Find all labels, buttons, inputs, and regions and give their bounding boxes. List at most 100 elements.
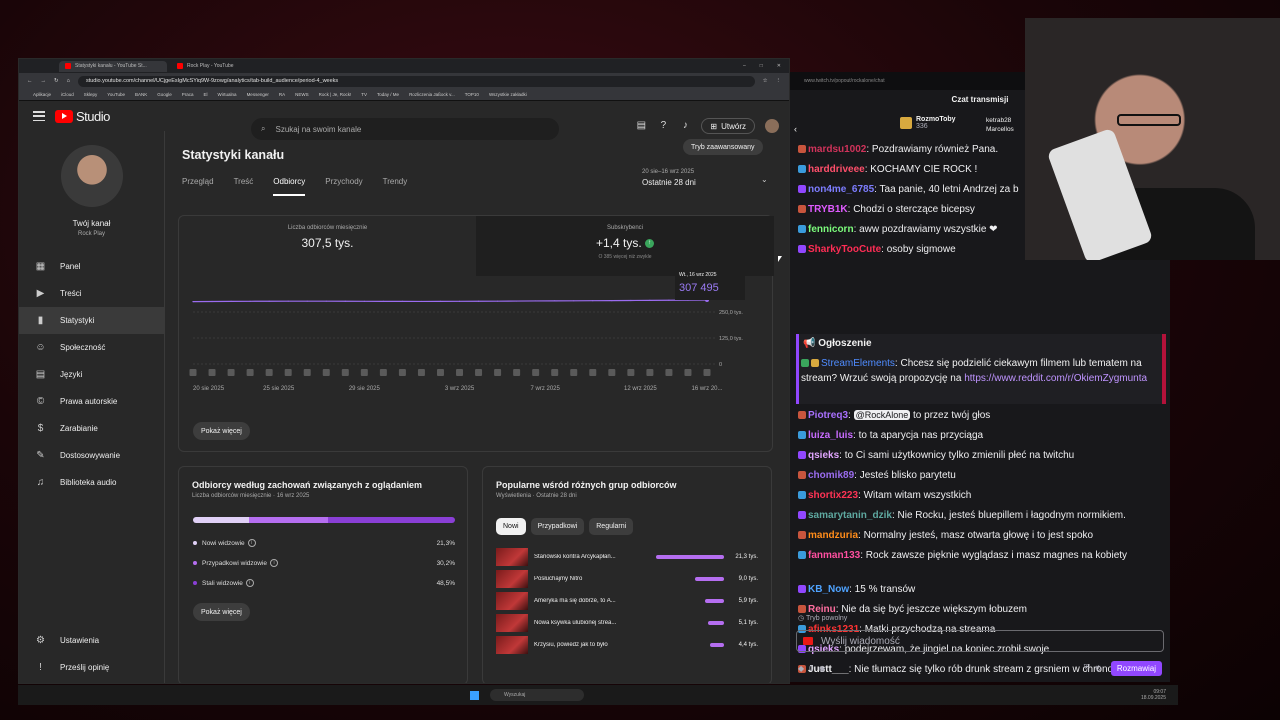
bookmark-item[interactable]: Praca xyxy=(182,92,194,97)
video-marker-icon[interactable] xyxy=(475,369,483,376)
bookmark-item[interactable]: Google xyxy=(157,92,172,97)
chat-username[interactable]: SharkyTooCute xyxy=(808,244,881,255)
info-icon[interactable]: i xyxy=(247,539,256,547)
video-marker-icon[interactable] xyxy=(570,369,578,376)
video-marker-icon[interactable] xyxy=(703,369,711,376)
bookmark-item[interactable]: Today / Me xyxy=(377,92,399,97)
tab-overview[interactable]: Przegląd xyxy=(182,177,214,196)
browser-tab-analytics[interactable]: Statystyki kanału - YouTube St... xyxy=(59,60,167,72)
chat-send-button[interactable]: Rozmawiaj xyxy=(1110,660,1162,676)
data-point[interactable] xyxy=(458,300,461,302)
url-field[interactable]: studio.youtube.com/channel/UCjgeEsIgMcSY… xyxy=(77,75,755,87)
data-point[interactable] xyxy=(382,300,384,302)
video-marker-icon[interactable] xyxy=(322,369,330,376)
top-gifter[interactable]: RozmoToby 336 xyxy=(900,116,956,130)
menu-icon[interactable] xyxy=(33,111,45,121)
video-marker-icon[interactable] xyxy=(551,369,559,376)
chat-username[interactable]: fanman133 xyxy=(808,550,860,561)
video-marker-icon[interactable] xyxy=(398,369,406,376)
video-marker-icon[interactable] xyxy=(532,369,540,376)
bookmark-item[interactable]: Wszystkie zakładki xyxy=(489,92,527,97)
video-marker-icon[interactable] xyxy=(589,369,597,376)
video-thumbnail[interactable] xyxy=(496,547,528,566)
video-marker-icon[interactable] xyxy=(341,369,349,376)
video-marker-icon[interactable] xyxy=(665,369,673,376)
video-marker-icon[interactable] xyxy=(417,369,425,376)
chat-username[interactable]: StreamElements xyxy=(821,358,895,369)
bookmark-item[interactable]: BANK xyxy=(135,92,147,97)
chat-username[interactable]: non4me_6785 xyxy=(808,184,874,195)
video-row[interactable]: Posłuchajmy Nitro 9,0 tys. xyxy=(496,569,758,588)
bookmark-item[interactable]: TOP10 xyxy=(465,92,479,97)
data-point[interactable] xyxy=(230,300,232,302)
data-point[interactable] xyxy=(477,300,480,302)
audience-series-line[interactable] xyxy=(192,299,708,303)
chat-username[interactable]: mandzuria xyxy=(808,530,858,541)
video-marker-icon[interactable] xyxy=(456,369,464,376)
bookmark-star-icon[interactable]: ☆ xyxy=(763,78,768,84)
chat-username[interactable]: qsieks xyxy=(808,450,839,461)
show-more-button[interactable]: Pokaż więcej xyxy=(193,603,250,621)
sidebar-item-earn[interactable]: $ Zarabianie xyxy=(19,415,164,442)
chevron-down-icon[interactable]: ⌄ xyxy=(761,175,768,184)
reload-icon[interactable]: ↻ xyxy=(54,78,59,84)
video-marker-icon[interactable] xyxy=(284,369,292,376)
data-point[interactable] xyxy=(268,300,270,302)
data-point[interactable] xyxy=(554,300,556,302)
tab-revenue[interactable]: Przychody xyxy=(325,177,362,196)
tab-trends[interactable]: Trendy xyxy=(383,177,408,196)
points-icon[interactable]: ◉ xyxy=(819,664,826,673)
video-marker-icon[interactable] xyxy=(684,369,692,376)
bits-icon[interactable]: ◆ xyxy=(798,664,804,673)
chat-username[interactable]: mardsu1002 xyxy=(808,144,866,155)
bookmark-item[interactable]: Sklepy xyxy=(84,92,98,97)
video-title[interactable]: Krzysiu, powiedz jak to było xyxy=(534,642,646,648)
video-marker-icon[interactable] xyxy=(627,369,635,376)
video-marker-icon[interactable] xyxy=(494,369,502,376)
maximize-icon[interactable]: □ xyxy=(760,63,763,69)
video-marker-icon[interactable] xyxy=(436,369,444,376)
video-marker-icon[interactable] xyxy=(265,369,273,376)
close-icon[interactable]: ✕ xyxy=(777,63,781,69)
emote-menu-icon[interactable] xyxy=(803,637,813,645)
sidebar-item-subtitles[interactable]: ▤ Języki xyxy=(19,361,164,388)
sidebar-item-dashboard[interactable]: ▦ Panel xyxy=(19,253,164,280)
video-title[interactable]: Stanowski kontra Arcykapłan... xyxy=(534,554,646,560)
chat-username[interactable]: shortix223 xyxy=(808,490,858,501)
tab-audience[interactable]: Odbiorcy xyxy=(273,177,306,196)
chat-username[interactable]: TRYB1K xyxy=(808,204,848,215)
chat-username[interactable]: fennicorn xyxy=(808,224,854,235)
date-range-picker[interactable]: 20 sie–16 wrz 2025 Ostatnie 28 dni xyxy=(642,169,696,187)
sidebar-item-settings[interactable]: ⚙ Ustawienia xyxy=(19,627,165,654)
pill-1[interactable]: Przypadkowi xyxy=(530,518,585,535)
bookmark-item[interactable]: Aplikacje xyxy=(33,92,51,97)
video-thumbnail[interactable] xyxy=(496,569,528,588)
video-title[interactable]: Nowa ksywka ulubionej strea... xyxy=(534,620,646,626)
bookmark-item[interactable]: Rozliczenia Jaßock v... xyxy=(409,92,455,97)
data-point[interactable] xyxy=(420,300,423,303)
video-marker-icon[interactable] xyxy=(608,369,616,376)
data-point[interactable] xyxy=(649,299,651,301)
video-title[interactable]: Ameryka ma się dobrze, to A... xyxy=(534,598,646,604)
back-icon[interactable]: ← xyxy=(27,78,33,84)
bookmark-item[interactable]: NEWS xyxy=(295,92,309,97)
studio-logo[interactable]: Studio xyxy=(55,109,110,124)
sidebar-item-feedback[interactable]: ! Prześlij opinię xyxy=(19,654,165,681)
video-row[interactable]: Nowa ksywka ulubionej strea... 5,1 tys. xyxy=(496,613,758,632)
video-marker-icon[interactable] xyxy=(303,369,311,376)
browser-tab-rockplay[interactable]: Rock Play - YouTube xyxy=(171,61,279,72)
chat-mention[interactable]: @RockAlone xyxy=(853,410,911,420)
video-marker-icon[interactable] xyxy=(189,369,197,376)
sidebar-item-audio-library[interactable]: ♫ Biblioteka audio xyxy=(19,469,164,496)
info-icon[interactable]: i xyxy=(270,559,279,567)
gear-icon[interactable]: ⚙ xyxy=(1095,664,1102,673)
video-marker-icon[interactable] xyxy=(513,369,521,376)
video-marker-icon[interactable] xyxy=(379,369,387,376)
video-thumbnail[interactable] xyxy=(496,613,528,632)
home-icon[interactable]: ⌂ xyxy=(67,78,70,84)
chat-username[interactable]: KB_Now xyxy=(808,584,849,595)
tab-content[interactable]: Treść xyxy=(234,177,254,196)
channel-avatar[interactable] xyxy=(60,145,123,207)
data-point[interactable] xyxy=(401,300,404,302)
video-title[interactable]: Posłuchajmy Nitro xyxy=(534,576,646,582)
